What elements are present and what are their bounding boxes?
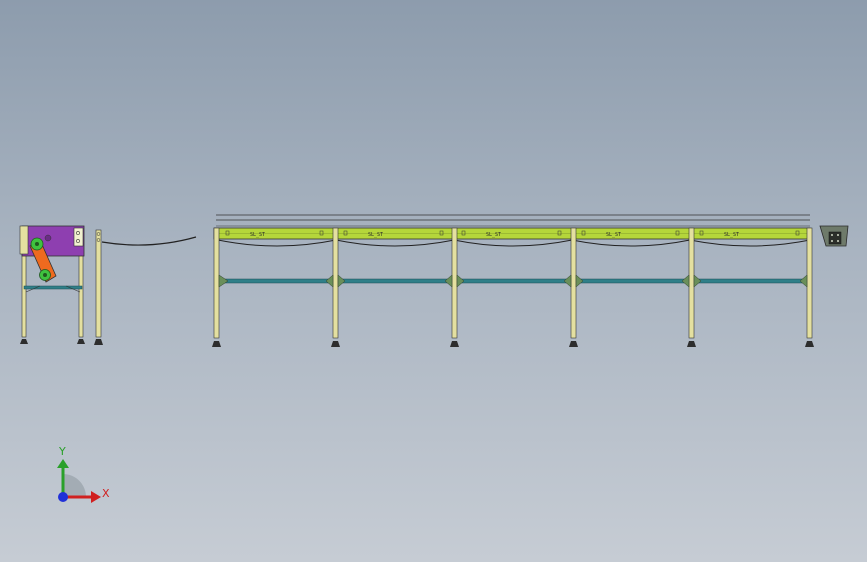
drive-foot-left [20, 339, 28, 344]
support-leg [688, 227, 695, 339]
beam-section-label: SL_ST [368, 232, 383, 238]
beam-section-label: SL_ST [606, 232, 621, 238]
support-feet [212, 341, 814, 347]
beam-section-label: SL_ST [486, 232, 501, 238]
z-axis-origin-icon [58, 492, 68, 502]
lower-crossbar [215, 278, 811, 284]
tension-column-foot [94, 339, 103, 345]
drive-leg-right [78, 244, 84, 338]
beam-section-label: SL_ST [724, 232, 739, 238]
end-unit-bolt-icon [837, 240, 839, 242]
main-conveyor[interactable]: SL_ST SL_ST SL_ST SL_ST SL_ST [212, 214, 814, 347]
drive-crossbar [23, 285, 83, 290]
y-axis-arrow-icon [57, 459, 69, 468]
end-unit-bolt-icon [831, 240, 833, 242]
end-unit-plate [828, 231, 842, 245]
return-chain [217, 239, 811, 247]
gearbox-shaft [44, 234, 52, 242]
support-leg [451, 227, 458, 339]
x-axis-label: X [102, 487, 110, 500]
end-unit[interactable] [819, 225, 849, 247]
gearbox-end-plate [73, 227, 84, 247]
beam-section-label: SL_ST [250, 232, 265, 238]
drive-unit[interactable] [19, 225, 197, 345]
tension-column [95, 229, 102, 338]
support-leg [332, 227, 339, 339]
end-unit-bolt-icon [837, 234, 839, 236]
support-leg [570, 227, 577, 339]
x-axis-arrow-icon [91, 491, 101, 503]
support-leg [213, 227, 220, 339]
support-leg [806, 227, 813, 339]
drive-pulley-top-hub [35, 242, 39, 246]
drive-pulley-bottom-hub [43, 273, 47, 277]
drive-foot-right [77, 339, 85, 344]
gearbox-top-plate [19, 225, 29, 255]
return-belt [101, 236, 197, 246]
y-axis-label: Y [58, 445, 66, 458]
drive-leg-left [21, 244, 27, 338]
end-unit-bolt-icon [831, 234, 833, 236]
cad-viewport[interactable]: SL_ST SL_ST SL_ST SL_ST SL_ST Y X [0, 0, 867, 562]
coordinate-triad[interactable]: Y X [57, 445, 110, 503]
